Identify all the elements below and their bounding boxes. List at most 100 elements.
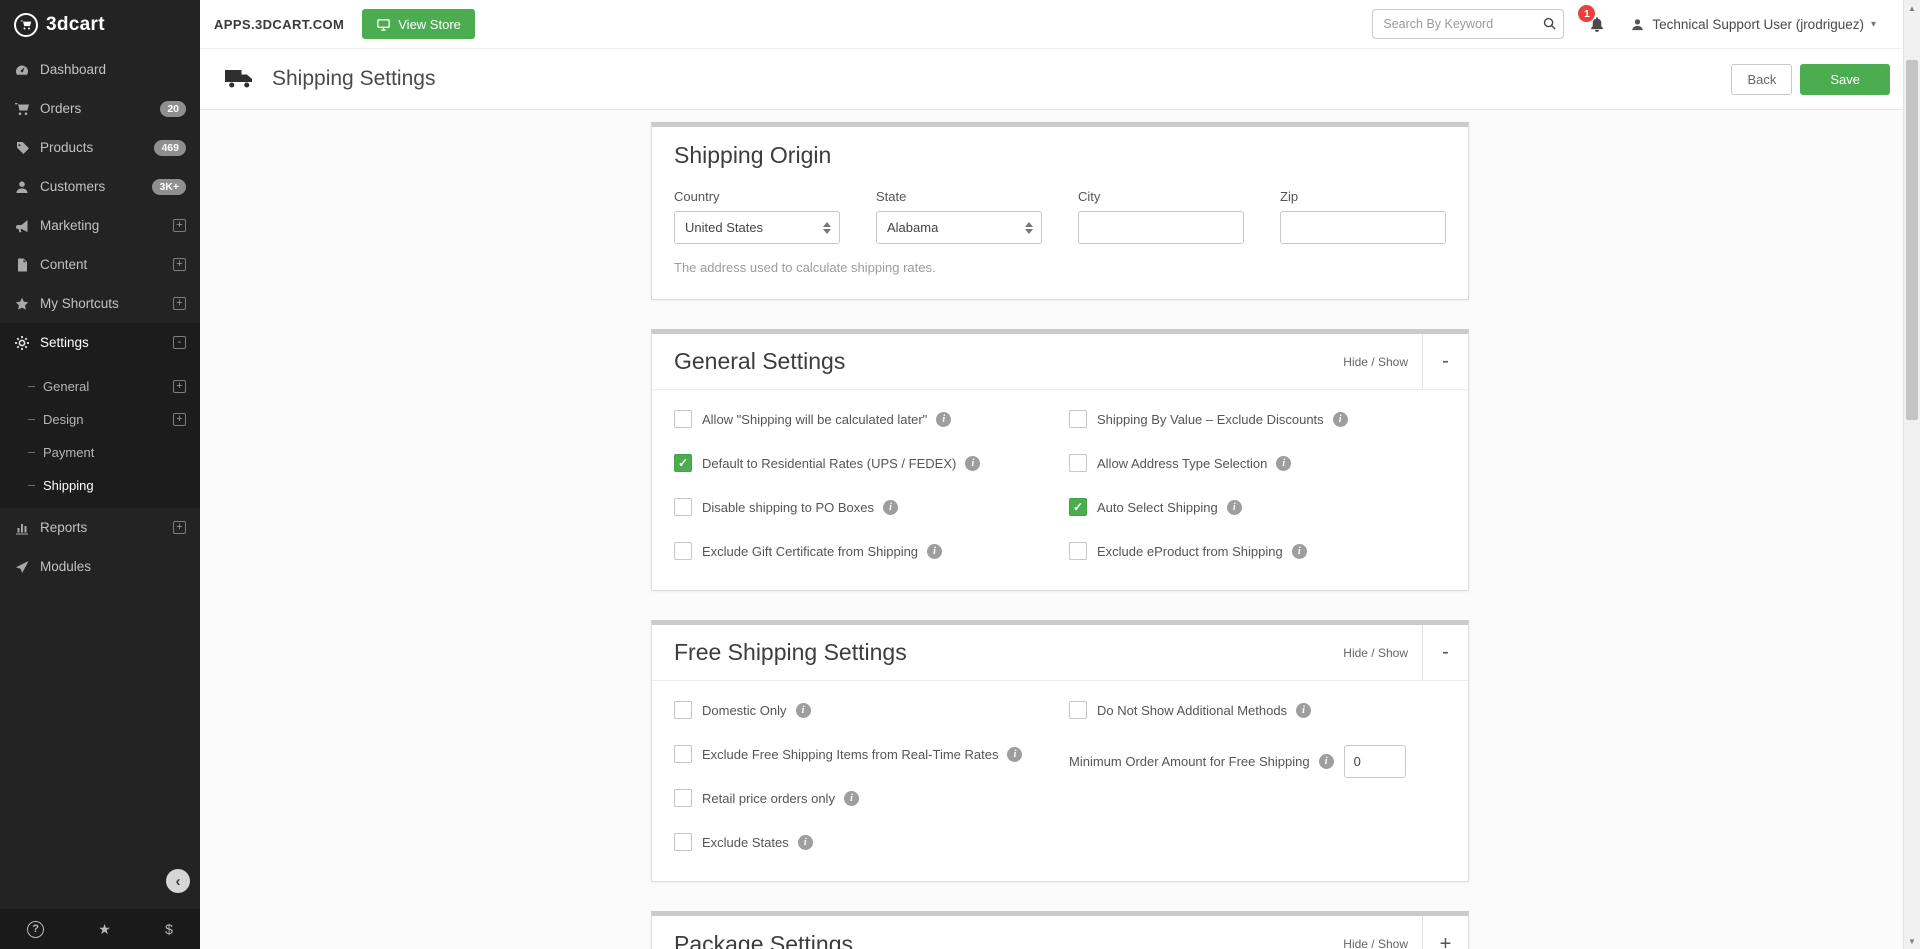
sidebar-collapse-button[interactable]: ‹ [166,869,190,893]
save-button[interactable]: Save [1800,64,1890,95]
sidebar-item-reports[interactable]: Reports + [0,508,200,547]
checkbox-label: Exclude Gift Certificate from Shipping [702,544,918,559]
products-count-badge: 469 [154,140,186,156]
search-input[interactable] [1372,9,1564,39]
header-buttons: Back Save [1731,64,1890,95]
info-icon[interactable]: i [796,703,811,718]
hide-show-toggle[interactable]: Hide / Show [1343,355,1408,369]
state-select[interactable]: Alabama [876,211,1042,244]
info-icon[interactable]: i [965,456,980,471]
checkbox-exclude-states[interactable] [674,833,692,851]
checkbox-default-residential[interactable]: ✓ [674,454,692,472]
user-menu[interactable]: Technical Support User (jrodriguez) ▾ [1630,17,1876,32]
checkbox-disable-po-boxes[interactable] [674,498,692,516]
info-icon[interactable]: i [1333,412,1348,427]
state-label: State [876,189,1042,204]
expand-icon[interactable]: + [173,297,186,310]
paper-plane-icon [14,559,30,575]
sidebar-subitem-design[interactable]: Design + [0,403,200,436]
sidebar-item-content[interactable]: Content + [0,245,200,284]
sidebar-item-settings[interactable]: Settings - [0,323,200,362]
sidebar-item-my-shortcuts[interactable]: My Shortcuts + [0,284,200,323]
expand-icon[interactable]: + [173,521,186,534]
zip-input[interactable] [1280,211,1446,244]
checkbox-label: Exclude eProduct from Shipping [1097,544,1283,559]
sidebar-subitem-payment[interactable]: Payment [0,436,200,469]
min-order-label: Minimum Order Amount for Free Shipping [1069,754,1310,769]
sidebar-item-label: Modules [40,559,91,574]
info-icon[interactable]: i [798,835,813,850]
sidebar-item-products[interactable]: Products 469 [0,128,200,167]
notifications-button[interactable]: 1 [1588,15,1606,33]
checkbox-address-type-selection[interactable] [1069,454,1087,472]
expand-icon[interactable]: + [173,258,186,271]
checkbox-column-left: Domestic Only i Exclude Free Shipping It… [674,701,1069,877]
collapse-expand-icon[interactable]: - [173,336,186,349]
megaphone-icon [14,218,30,234]
origin-help-text: The address used to calculate shipping r… [674,260,1446,275]
sidebar-subitem-general[interactable]: General + [0,370,200,403]
customers-count-badge: 3K+ [152,179,186,195]
info-icon[interactable]: i [927,544,942,559]
scroll-up-arrow-icon[interactable]: ▲ [1904,0,1920,16]
info-icon[interactable]: i [844,791,859,806]
view-store-label: View Store [398,17,461,32]
back-button[interactable]: Back [1731,64,1792,95]
scrollbar-thumb[interactable] [1906,60,1918,420]
info-icon[interactable]: i [1292,544,1307,559]
hide-show-toggle[interactable]: Hide / Show [1343,646,1408,660]
checkbox-exclude-free-shipping-items[interactable] [674,745,692,763]
checkbox-retail-price-only[interactable] [674,789,692,807]
checkbox-auto-select-shipping[interactable]: ✓ [1069,498,1087,516]
checkbox-exclude-eproduct[interactable] [1069,542,1087,560]
card-controls: Hide / Show + [1343,916,1468,949]
checkbox-row: Domestic Only i [674,701,1069,719]
sidebar-item-customers[interactable]: Customers 3K+ [0,167,200,206]
hide-show-toggle[interactable]: Hide / Show [1343,937,1408,949]
logo[interactable]: 3dcart [0,0,200,50]
min-order-input[interactable] [1344,745,1406,778]
checkbox-row: Exclude Free Shipping Items from Real-Ti… [674,745,1069,763]
checkbox-exclude-gift-certificate[interactable] [674,542,692,560]
sidebar-item-dashboard[interactable]: Dashboard [0,50,200,89]
sidebar-subitem-shipping[interactable]: Shipping [0,469,200,502]
sidebar-item-orders[interactable]: Orders 20 [0,89,200,128]
info-icon[interactable]: i [1319,754,1334,769]
sidebar-item-marketing[interactable]: Marketing + [0,206,200,245]
checkbox-row: ✓ Auto Select Shipping i [1069,498,1446,516]
checkbox-no-additional-methods[interactable] [1069,701,1087,719]
expand-icon[interactable]: + [173,380,186,393]
page-title: Shipping Settings [272,67,435,91]
checkbox-label: Retail price orders only [702,791,835,806]
info-icon[interactable]: i [1276,456,1291,471]
view-store-button[interactable]: View Store [362,9,475,39]
favorites-star-icon[interactable]: ★ [98,921,111,938]
sidebar-item-label: Orders [40,101,81,116]
monitor-icon [376,17,391,32]
collapse-button[interactable]: - [1422,625,1468,680]
checkbox-allow-calc-later[interactable] [674,410,692,428]
expand-icon[interactable]: + [173,413,186,426]
collapse-button[interactable]: - [1422,334,1468,389]
billing-dollar-icon[interactable]: $ [165,921,173,937]
scroll-down-arrow-icon[interactable]: ▼ [1904,933,1920,949]
expand-button[interactable]: + [1422,916,1468,949]
help-icon[interactable]: ? [27,921,44,938]
info-icon[interactable]: i [936,412,951,427]
country-select[interactable]: United States [674,211,840,244]
info-icon[interactable]: i [1227,500,1242,515]
info-icon[interactable]: i [1007,747,1022,762]
logo-cart-icon [14,13,38,37]
checkbox-shipping-by-value[interactable] [1069,410,1087,428]
sidebar-item-modules[interactable]: Modules [0,547,200,586]
tags-icon [14,140,30,156]
vertical-scrollbar[interactable]: ▲ ▼ [1903,0,1920,949]
checkbox-domestic-only[interactable] [674,701,692,719]
info-icon[interactable]: i [883,500,898,515]
city-input[interactable] [1078,211,1244,244]
search-box [1372,9,1564,39]
info-icon[interactable]: i [1296,703,1311,718]
search-icon[interactable] [1542,16,1557,36]
checkbox-label: Disable shipping to PO Boxes [702,500,874,515]
expand-icon[interactable]: + [173,219,186,232]
